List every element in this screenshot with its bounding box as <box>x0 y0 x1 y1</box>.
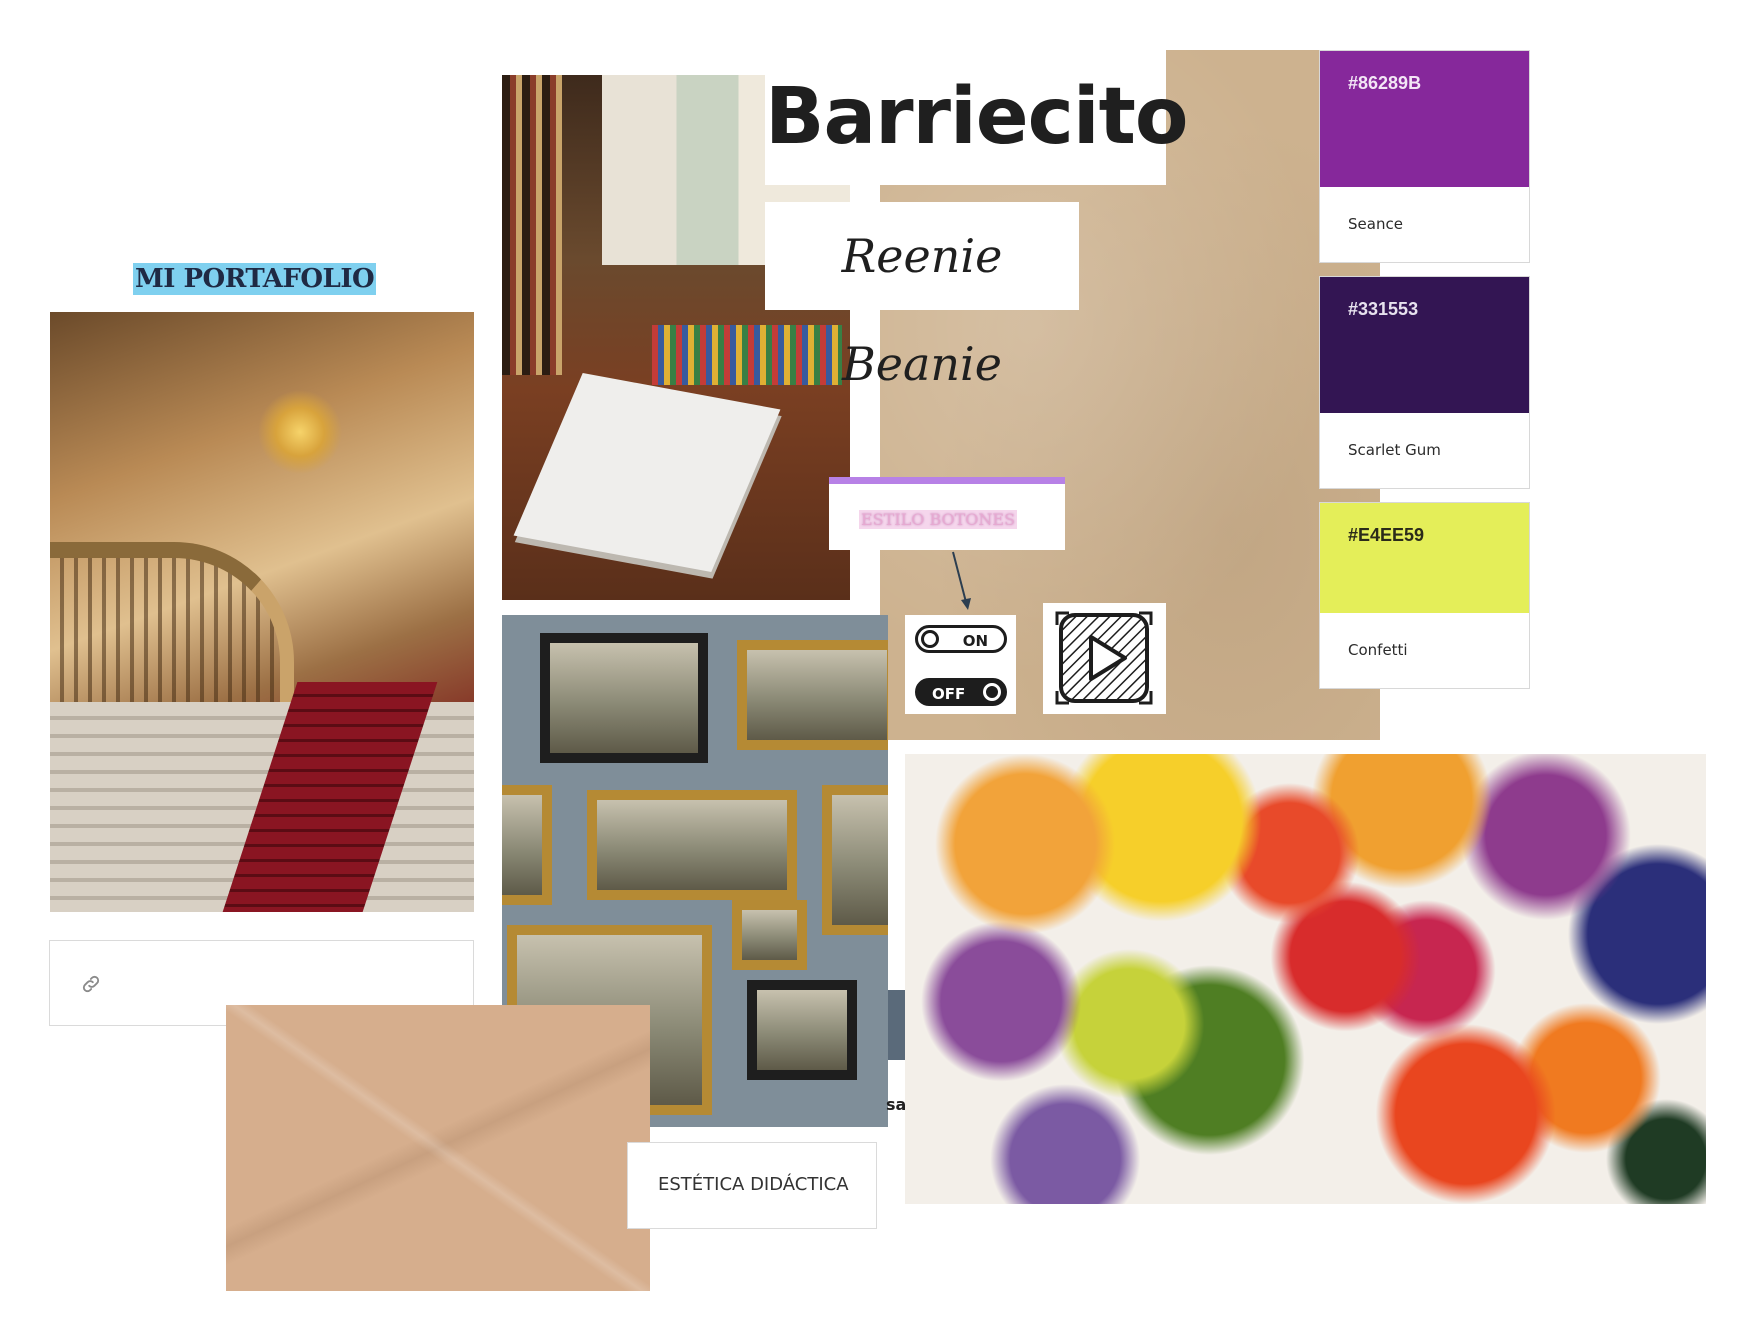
link-icon <box>82 975 100 993</box>
button-style-label: ESTILO BOTONES <box>859 510 1018 529</box>
swatch-color: #86289B <box>1320 51 1529 187</box>
swatch-seance[interactable]: #86289B Seance <box>1319 50 1530 263</box>
staircase-photo <box>50 312 474 912</box>
swatch-scarlet-gum[interactable]: #331553 Scarlet Gum <box>1319 276 1530 489</box>
aesthetic-caption: ESTÉTICA DIDÁCTICA <box>627 1142 877 1229</box>
swatch-name: Scarlet Gum <box>1348 441 1441 459</box>
swatch-hex: #331553 <box>1348 299 1419 319</box>
swatch-color: #331553 <box>1320 277 1529 413</box>
swatch-hex: #86289B <box>1348 73 1422 93</box>
font-sample-barriecito: Barriecito <box>765 50 1189 185</box>
toggle-knob <box>983 683 1001 701</box>
swatch-color: #E4EE59 <box>1320 503 1529 613</box>
toggle-off-label: OFF <box>932 685 966 703</box>
toggle-knob <box>921 630 939 648</box>
play-button-sample[interactable] <box>1043 603 1166 714</box>
kraft-paper-texture-bottom <box>226 1005 650 1291</box>
swatch-hex: #E4EE59 <box>1348 525 1425 545</box>
swatch-confetti[interactable]: #E4EE59 Confetti <box>1319 502 1530 689</box>
partial-element <box>888 990 905 1060</box>
oil-paint-palette-photo <box>905 754 1706 1204</box>
swatch-name: Confetti <box>1348 641 1408 659</box>
swatch-name: Seance <box>1348 215 1403 233</box>
toggle-off[interactable]: OFF <box>915 678 1007 706</box>
portfolio-title: MI PORTAFOLIO <box>133 263 377 295</box>
toggle-on-label: ON <box>962 632 988 650</box>
toggle-on[interactable]: ON <box>915 625 1007 653</box>
partial-text: sa <box>886 1095 907 1114</box>
button-style-card: ESTILO BOTONES <box>829 477 1065 550</box>
toggle-sample-card: ON OFF <box>905 615 1016 714</box>
font-sample-reenie-beanie: Reenie Beanie <box>765 202 1079 391</box>
play-icon <box>1055 611 1153 705</box>
arrow-down-icon <box>952 551 971 610</box>
